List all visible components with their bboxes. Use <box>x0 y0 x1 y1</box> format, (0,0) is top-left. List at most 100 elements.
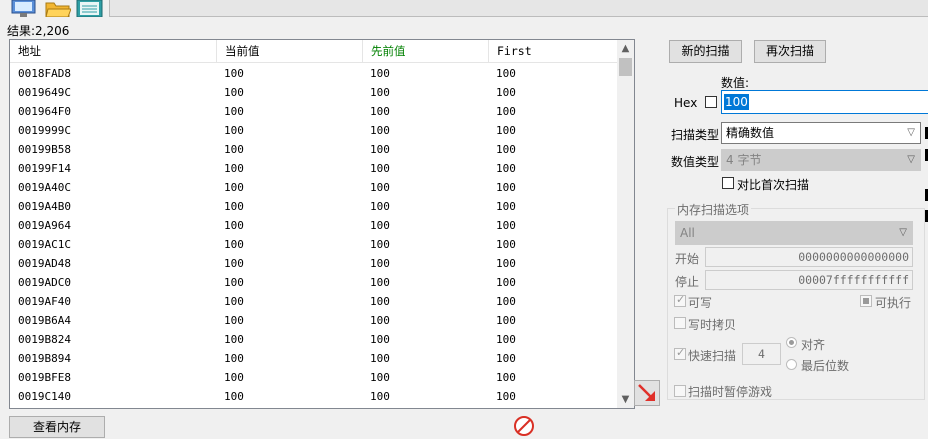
cell-first: 100 <box>496 314 516 327</box>
table-row[interactable]: 0019AF40 100 100 100 <box>10 292 617 311</box>
cell-previous: 100 <box>370 162 390 175</box>
chevron-down-icon: ▽ <box>907 127 915 138</box>
fast-scan-label: 快速扫描 <box>688 349 737 363</box>
scroll-up-arrow-icon[interactable]: ▲ <box>617 40 634 57</box>
cell-current: 100 <box>224 390 244 403</box>
pause-game-checkbox[interactable] <box>674 385 686 397</box>
fast-scan-checkbox[interactable]: ✓ <box>674 346 686 360</box>
hex-label: Hex <box>674 96 698 110</box>
scroll-down-arrow-icon[interactable]: ▼ <box>617 391 634 408</box>
compare-first-label: 对比首次扫描 <box>737 178 810 192</box>
cell-current: 100 <box>224 333 244 346</box>
cell-previous: 100 <box>370 295 390 308</box>
cell-first: 100 <box>496 352 516 365</box>
scan-type-value: 精确数值 <box>726 126 775 140</box>
last-digits-label: 最后位数 <box>801 359 850 373</box>
value-input-text: 100 <box>724 94 749 110</box>
next-scan-button[interactable]: 再次扫描 <box>754 40 826 63</box>
cell-previous: 100 <box>370 200 390 213</box>
cell-first: 100 <box>496 390 516 403</box>
table-row[interactable]: 0019B6A4 100 100 100 <box>10 311 617 330</box>
start-address-field[interactable]: 0000000000000000 <box>705 247 913 267</box>
cell-first: 100 <box>496 162 516 175</box>
new-scan-button[interactable]: 新的扫描 <box>669 40 742 63</box>
writable-label: 可写 <box>688 296 713 310</box>
value-label: 数值: <box>721 76 750 90</box>
cell-previous: 100 <box>370 143 390 156</box>
cell-address: 0019999C <box>18 124 71 137</box>
scroll-thumb[interactable] <box>619 58 632 76</box>
save-icon[interactable] <box>76 0 103 17</box>
cell-first: 100 <box>496 276 516 289</box>
column-header-current[interactable]: 当前值 <box>217 40 363 62</box>
cell-address: 0019B6A4 <box>18 314 71 327</box>
table-row[interactable]: 0019A964 100 100 100 <box>10 216 617 235</box>
result-count: 结果:2,206 <box>7 24 70 38</box>
cell-previous: 100 <box>370 105 390 118</box>
value-type-select[interactable]: 4 字节 ▽ <box>721 149 921 171</box>
column-header-previous[interactable]: 先前值 <box>363 40 489 62</box>
table-row[interactable]: 0019B894 100 100 100 <box>10 349 617 368</box>
align-radio[interactable] <box>786 337 797 348</box>
cell-first: 100 <box>496 181 516 194</box>
table-row[interactable]: 0019649C 100 100 100 <box>10 83 617 102</box>
cell-address: 00199F14 <box>18 162 71 175</box>
cell-current: 100 <box>224 276 244 289</box>
table-row[interactable]: 00199F14 100 100 100 <box>10 159 617 178</box>
open-folder-icon[interactable] <box>44 0 71 17</box>
cell-previous: 100 <box>370 219 390 232</box>
fast-scan-value-field[interactable]: 4 <box>742 343 781 365</box>
table-row[interactable]: 0019A4B0 100 100 100 <box>10 197 617 216</box>
start-label: 开始 <box>675 252 700 266</box>
add-to-address-list-button[interactable] <box>634 380 660 406</box>
table-row[interactable]: 0019999C 100 100 100 <box>10 121 617 140</box>
stop-address-field[interactable]: 00007fffffffffff <box>705 270 913 290</box>
table-row[interactable]: 00199B58 100 100 100 <box>10 140 617 159</box>
cell-address: 0019A40C <box>18 181 71 194</box>
cell-first: 100 <box>496 67 516 80</box>
value-type-label: 数值类型 <box>671 155 720 169</box>
column-header-address[interactable]: 地址 <box>10 40 217 62</box>
writable-checkbox[interactable]: ✓ <box>674 293 686 307</box>
cell-previous: 100 <box>370 181 390 194</box>
executable-checkbox[interactable] <box>860 295 872 307</box>
cell-address: 0019C140 <box>18 390 71 403</box>
table-row[interactable]: 0019C140 100 100 100 <box>10 387 617 406</box>
table-row[interactable]: 0019ADC0 100 100 100 <box>10 273 617 292</box>
cell-previous: 100 <box>370 352 390 365</box>
cell-current: 100 <box>224 162 244 175</box>
table-row[interactable]: 0019B824 100 100 100 <box>10 330 617 349</box>
compare-first-checkbox[interactable] <box>722 177 734 189</box>
computer-icon[interactable] <box>10 0 37 17</box>
scan-results-list[interactable]: 地址 当前值 先前值 First 0018FAD8 100 100 100 001964… <box>9 39 635 409</box>
align-label: 对齐 <box>801 338 826 352</box>
value-input[interactable]: 100 <box>721 90 928 114</box>
list-header: 地址 当前值 先前值 First <box>10 40 617 63</box>
list-rows: 0018FAD8 100 100 100 0019649C 100 100 100 001964… <box>10 64 617 406</box>
table-row[interactable]: 0019A40C 100 100 100 <box>10 178 617 197</box>
cell-address: 0019BFE8 <box>18 371 71 384</box>
cell-first: 100 <box>496 86 516 99</box>
cell-address: 0019649C <box>18 86 71 99</box>
memory-scan-options-title: 内存扫描选项 <box>675 201 752 218</box>
scan-type-select[interactable]: 精确数值 ▽ <box>721 122 921 144</box>
cell-first: 100 <box>496 143 516 156</box>
last-digits-radio[interactable] <box>786 359 797 370</box>
memory-region-select[interactable]: All ▽ <box>675 221 913 245</box>
table-row[interactable]: 0019AD48 100 100 100 <box>10 254 617 273</box>
table-row[interactable]: 0018FAD8 100 100 100 <box>10 64 617 83</box>
table-row[interactable]: 001964F0 100 100 100 <box>10 102 617 121</box>
stop-icon[interactable] <box>512 414 536 436</box>
copy-on-write-label: 写时拷贝 <box>688 318 737 332</box>
hex-checkbox[interactable] <box>705 96 717 108</box>
column-header-first[interactable]: First <box>489 40 617 62</box>
list-scrollbar[interactable]: ▲ ▼ <box>617 40 634 408</box>
cell-current: 100 <box>224 181 244 194</box>
cell-address: 0019ADC0 <box>18 276 71 289</box>
table-row[interactable]: 0019AC1C 100 100 100 <box>10 235 617 254</box>
copy-on-write-checkbox[interactable] <box>674 317 686 329</box>
cell-current: 100 <box>224 371 244 384</box>
value-type-value: 4 字节 <box>726 153 762 167</box>
table-row[interactable]: 0019BFE8 100 100 100 <box>10 368 617 387</box>
cell-address: 0019AD48 <box>18 257 71 270</box>
